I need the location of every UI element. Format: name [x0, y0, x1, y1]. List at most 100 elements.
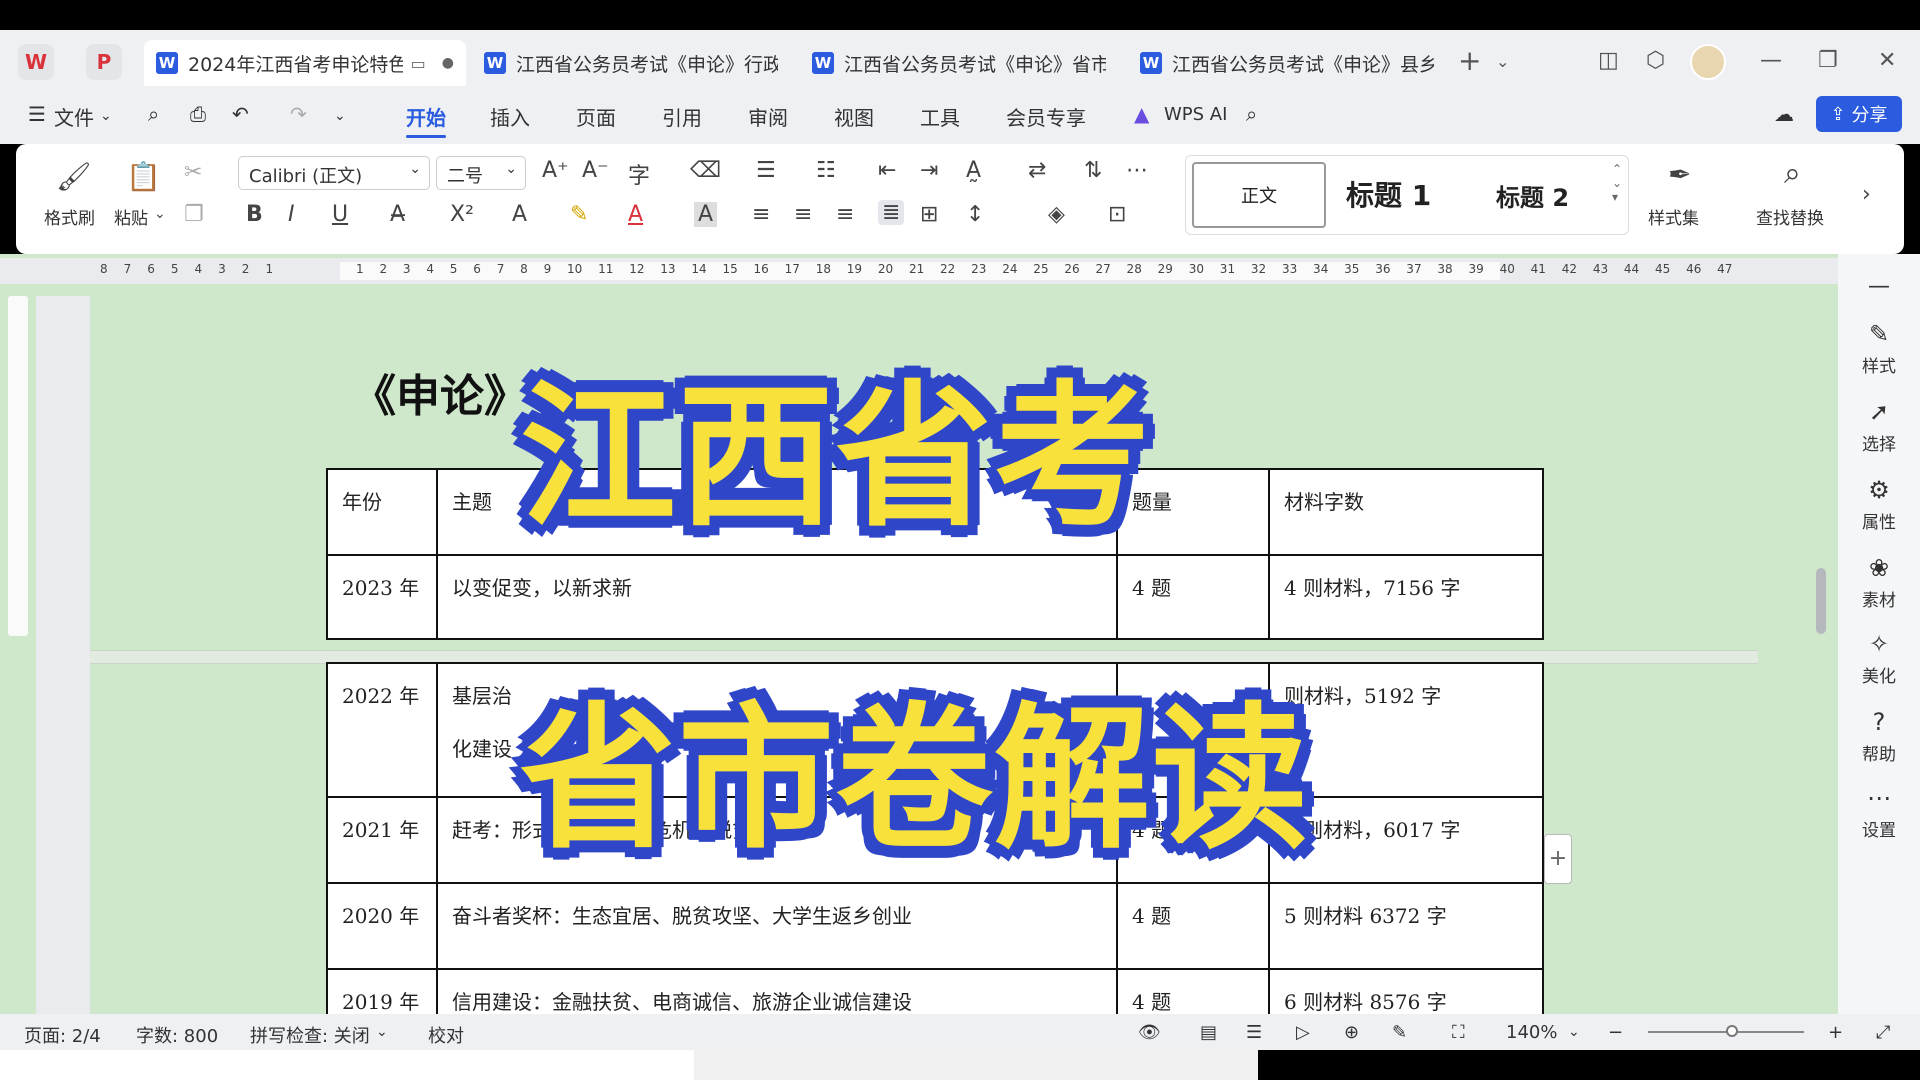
font-size-select[interactable]: 二号 ⌄ — [436, 156, 526, 190]
minimize-icon[interactable]: — — [1760, 48, 1782, 73]
vertical-scrollbar[interactable] — [1812, 270, 1828, 1010]
close-icon[interactable]: ✕ — [1878, 48, 1896, 73]
line-break-icon[interactable]: ⇄ — [1028, 158, 1046, 183]
tab-doc-1[interactable]: W 2024年江西省考申论特色 ▭ ● — [144, 40, 466, 86]
decrease-indent-icon[interactable]: ⇤ — [878, 158, 896, 183]
panel-beautify[interactable]: ✧ 美化 — [1838, 630, 1920, 687]
italic-icon[interactable]: I — [288, 202, 295, 227]
underline-icon[interactable]: U — [332, 202, 348, 227]
align-right-icon[interactable]: ≡ — [836, 202, 854, 227]
highlight-icon[interactable]: ✎ — [570, 202, 588, 227]
eye-icon[interactable]: 👁 — [1138, 1022, 1161, 1043]
panel-settings[interactable]: ⋯ 设置 — [1838, 784, 1920, 841]
style-set-label[interactable]: 样式集 — [1648, 204, 1699, 229]
panel-material[interactable]: ❀ 素材 — [1838, 554, 1920, 611]
cell-count[interactable]: 4 题 — [1116, 554, 1270, 640]
unsaved-dot-icon[interactable]: ● — [442, 55, 454, 71]
panel-help[interactable]: ? 帮助 — [1838, 708, 1920, 765]
cloud-icon[interactable]: ☁ — [1774, 102, 1794, 126]
align-center-icon[interactable]: ≡ — [794, 202, 812, 227]
cube-icon[interactable]: ⬡ — [1646, 48, 1665, 73]
cut-icon[interactable]: ✂ — [184, 160, 202, 185]
cell-count[interactable]: 4 题 — [1116, 882, 1270, 970]
style-heading-1[interactable]: 标题 1 — [1346, 174, 1431, 214]
redo-icon[interactable]: ↷ — [290, 102, 307, 126]
menu-member[interactable]: 会员专享 — [1006, 102, 1086, 131]
cell-year[interactable]: 2020 年 — [326, 882, 438, 970]
shrink-font-icon[interactable]: A⁻ — [582, 158, 609, 183]
cell-words[interactable]: 5 则材料 6372 字 — [1268, 882, 1544, 970]
menu-review[interactable]: 审阅 — [748, 102, 788, 131]
style-body[interactable]: 正文 — [1192, 162, 1326, 228]
sidebar-toggle-icon[interactable]: ◫ — [1598, 48, 1619, 73]
paste-label[interactable]: 粘贴 — [114, 204, 148, 229]
cell-topic[interactable]: 奋斗者奖杯：生态宜居、脱贫攻坚、大学生返乡创业 — [436, 882, 1118, 970]
menu-insert[interactable]: 插入 — [490, 102, 530, 131]
status-spell-check[interactable]: 拼写检查: 关闭 — [250, 1022, 370, 1048]
share-button[interactable]: ⇪ 分享 — [1816, 96, 1902, 132]
restore-icon[interactable]: ❐ — [1818, 48, 1838, 73]
format-painter-label[interactable]: 格式刷 — [44, 204, 95, 229]
print-preview-icon[interactable]: ⎙ — [190, 102, 206, 126]
cell-topic[interactable]: 以变促变，以新求新 — [436, 554, 1118, 640]
bold-icon[interactable]: B — [246, 202, 263, 227]
fit-page-icon[interactable]: ⛶ — [1452, 1022, 1465, 1043]
format-painter-icon[interactable]: 🖌 — [56, 160, 92, 193]
chevron-down-icon[interactable]: ⌄ — [1568, 1024, 1580, 1040]
align-left-icon[interactable]: ≡ — [752, 202, 770, 227]
web-view-icon[interactable]: ⊕ — [1344, 1022, 1359, 1043]
more-chevron-icon[interactable]: ⌄ — [334, 108, 346, 124]
new-tab-plus-icon[interactable]: + — [1458, 44, 1481, 77]
fullscreen-icon[interactable]: ⤢ — [1876, 1022, 1890, 1043]
style-set-icon[interactable]: ✒ — [1668, 158, 1691, 191]
sort-icon[interactable]: ⇅ — [1084, 158, 1102, 183]
cell-words[interactable]: 4 则材料，7156 字 — [1268, 554, 1544, 640]
char-shading-icon[interactable]: A — [694, 202, 718, 227]
line-spacing-icon[interactable]: ↕ — [966, 202, 984, 227]
font-name-select[interactable]: Calibri (正文) ⌄ — [238, 156, 430, 190]
page-view-icon[interactable]: ▤ — [1200, 1022, 1217, 1043]
wps-logo-icon[interactable]: W — [18, 44, 54, 80]
tab-doc-2[interactable]: W 江西省公务员考试《申论》行政 — [472, 40, 790, 86]
copy-icon[interactable]: ❐ — [184, 202, 204, 227]
paste-icon[interactable]: 📋 — [126, 160, 161, 193]
cell-words[interactable]: 6 则材料，6017 字 — [1268, 796, 1544, 884]
show-marks-icon[interactable]: ⋯ — [1126, 158, 1148, 183]
zoom-out-icon[interactable]: − — [1608, 1022, 1623, 1043]
zoom-level[interactable]: 140% — [1506, 1022, 1557, 1043]
hamburger-icon[interactable]: ☰ — [28, 102, 46, 126]
panel-style[interactable]: ✎ 样式 — [1838, 320, 1920, 377]
clear-format-icon[interactable]: ⌫ — [690, 158, 721, 183]
ribbon-next-icon[interactable]: › — [1862, 182, 1871, 207]
increase-indent-icon[interactable]: ⇥ — [920, 158, 938, 183]
tab-doc-3[interactable]: W 江西省公务员考试《申论》省市 — [800, 40, 1118, 86]
cell-year[interactable]: 2022 年 — [326, 662, 438, 798]
text-direction-icon[interactable]: A̰ — [966, 158, 981, 183]
paste-chevron-icon[interactable]: ⌄ — [154, 206, 166, 222]
zoom-in-icon[interactable]: + — [1828, 1022, 1843, 1043]
gallery-scroll-icon[interactable]: ⌃ ⌄ ▾ — [1612, 162, 1622, 204]
chevron-down-icon[interactable]: ⌄ — [376, 1024, 388, 1040]
bullet-list-icon[interactable]: ☰ — [756, 158, 776, 183]
find-replace-icon[interactable]: ⌕ — [1784, 156, 1801, 191]
tab-doc-4[interactable]: W 江西省公务员考试《申论》县乡 — [1128, 40, 1446, 86]
grow-font-icon[interactable]: A⁺ — [542, 158, 569, 183]
pdf-app-icon[interactable]: P — [86, 44, 122, 80]
cell-year[interactable]: 2023 年 — [326, 554, 438, 640]
vertical-ruler[interactable] — [8, 296, 28, 636]
cell-year[interactable]: 2021 年 — [326, 796, 438, 884]
numbered-list-icon[interactable]: ☷ — [816, 158, 836, 183]
pen-mode-icon[interactable]: ✎ — [1392, 1022, 1407, 1043]
play-icon[interactable]: ▷ — [1296, 1022, 1310, 1043]
text-effect-icon[interactable]: A — [512, 202, 527, 227]
font-color-icon[interactable]: A — [628, 202, 643, 227]
panel-select[interactable]: ➚ 选择 — [1838, 398, 1920, 455]
cell-words[interactable]: 则材料，5192 字 — [1268, 662, 1544, 798]
chevron-down-icon[interactable]: ⌄ — [100, 108, 112, 124]
status-word-count[interactable]: 字数: 800 — [136, 1022, 218, 1048]
border-icon[interactable]: ⊡ — [1108, 202, 1126, 227]
panel-property[interactable]: ⚙ 属性 — [1838, 476, 1920, 533]
status-proofread[interactable]: 校对 — [428, 1022, 464, 1048]
find-replace-label[interactable]: 查找替换 — [1756, 204, 1824, 229]
menu-start[interactable]: 开始 — [406, 102, 446, 131]
